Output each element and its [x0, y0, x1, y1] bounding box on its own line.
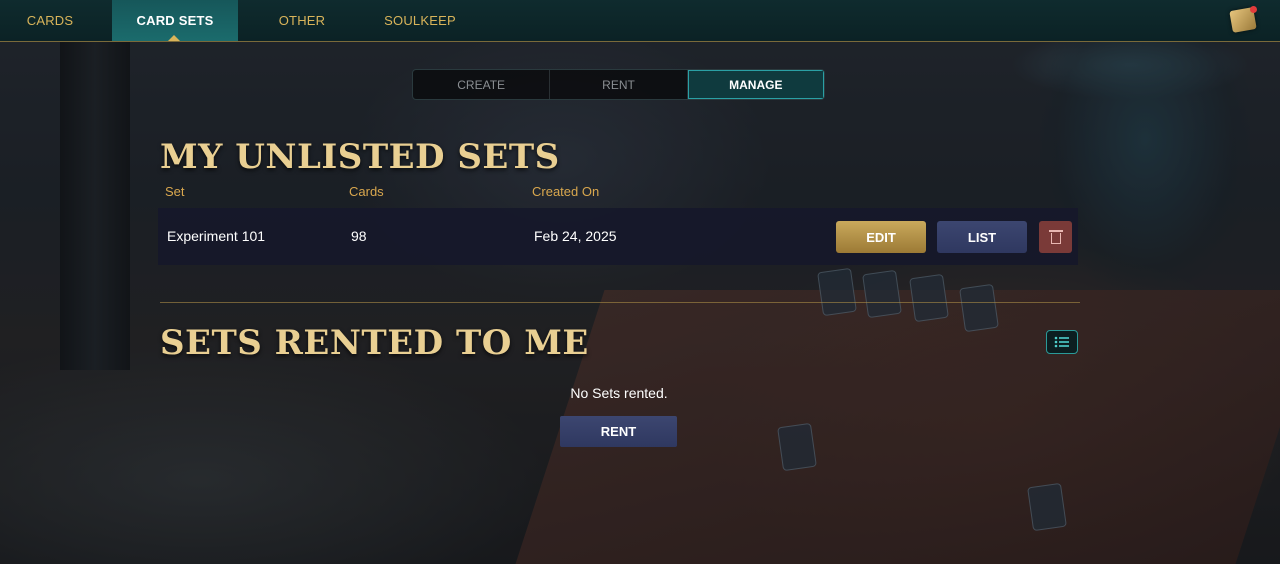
empty-rented-message: No Sets rented. — [570, 385, 668, 401]
nav-cards[interactable]: CARDS — [0, 0, 100, 41]
set-name: Experiment 101 — [167, 228, 266, 244]
nav-other[interactable]: OTHER — [238, 0, 366, 41]
list-view-toggle[interactable] — [1046, 330, 1078, 354]
trash-icon — [1048, 230, 1063, 244]
rented-sets-title: SETS RENTED TO ME — [160, 323, 589, 363]
section-divider — [160, 302, 1080, 303]
tab-create[interactable]: CREATE — [413, 70, 551, 99]
rent-button[interactable]: RENT — [560, 416, 677, 447]
nav-soulkeep[interactable]: SOULKEEP — [360, 0, 480, 41]
column-header-created-on: Created On — [532, 184, 600, 199]
tab-rent[interactable]: RENT — [550, 70, 688, 99]
notification-dot — [1250, 6, 1257, 13]
edit-button[interactable]: EDIT — [836, 221, 926, 253]
unlisted-sets-title: MY UNLISTED SETS — [160, 137, 560, 177]
profile-avatar[interactable] — [1226, 3, 1260, 37]
list-view-icon — [1054, 336, 1069, 348]
nav-card-sets[interactable]: CARD SETS — [112, 0, 238, 41]
card-sets-tabs: CREATE RENT MANAGE — [412, 69, 825, 100]
created-on: Feb 24, 2025 — [534, 228, 617, 244]
table-row: Experiment 101 98 Feb 24, 2025 EDIT LIST — [158, 208, 1078, 265]
list-button[interactable]: LIST — [937, 221, 1027, 253]
column-header-set: Set — [165, 184, 185, 199]
card-count: 98 — [351, 228, 367, 244]
delete-button[interactable] — [1039, 221, 1072, 253]
column-header-cards: Cards — [349, 184, 384, 199]
tab-manage[interactable]: MANAGE — [687, 70, 824, 99]
top-navigation: CARDS CARD SETS OTHER SOULKEEP — [0, 0, 1280, 42]
